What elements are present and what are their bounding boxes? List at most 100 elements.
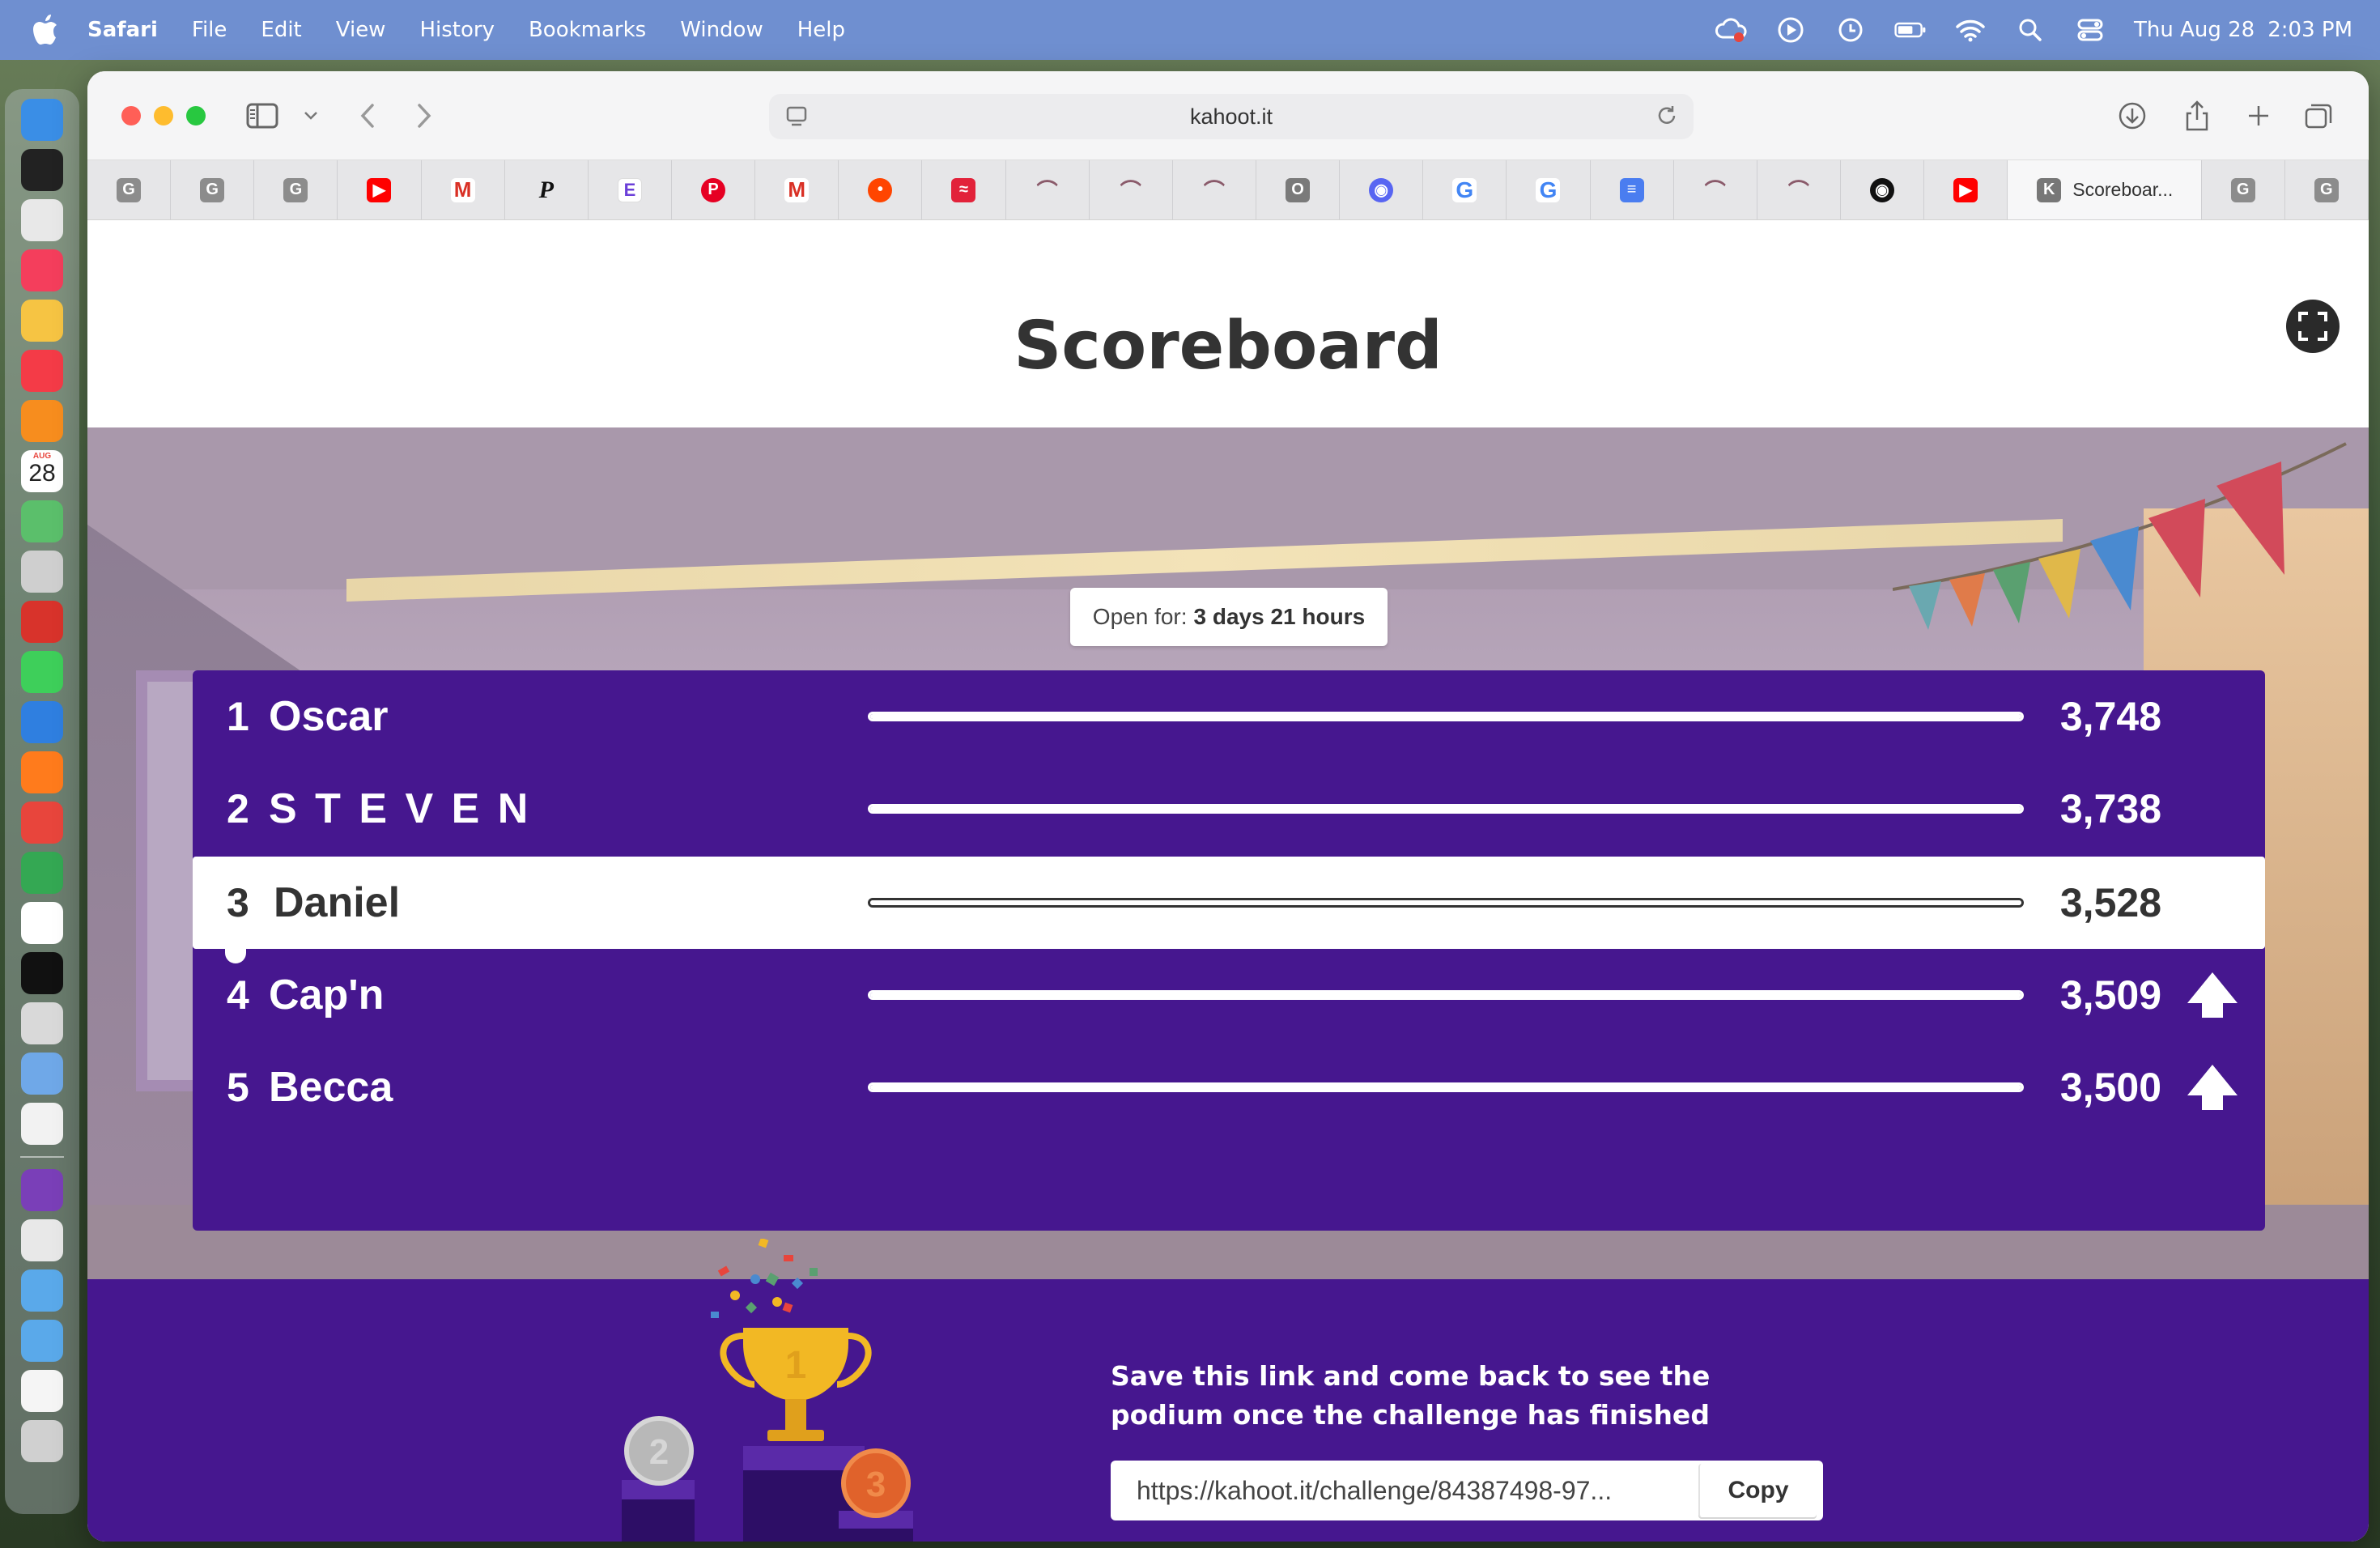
close-window-button[interactable] (121, 106, 141, 125)
browser-tab[interactable]: ⌒ (1674, 160, 1757, 219)
menu-help[interactable]: Help (797, 18, 845, 42)
zoom-window-button[interactable] (186, 106, 206, 125)
minimize-window-button[interactable] (154, 106, 173, 125)
fullscreen-button[interactable] (2286, 300, 2340, 353)
active-tab-scoreboard[interactable]: K Scoreboar... (2008, 160, 2202, 219)
downloads-icon[interactable] (2114, 97, 2150, 134)
sidebar-toggle-icon[interactable] (244, 97, 280, 134)
menu-edit[interactable]: Edit (261, 18, 301, 42)
browser-tab[interactable]: G (2202, 160, 2285, 219)
address-text[interactable]: kahoot.it (1190, 104, 1273, 130)
menu-app-name[interactable]: Safari (87, 18, 158, 42)
share-icon[interactable] (2179, 97, 2215, 134)
finder-icon[interactable] (21, 99, 63, 141)
menu-history[interactable]: History (419, 18, 495, 42)
file-icon[interactable] (21, 1370, 63, 1412)
browser-tab[interactable]: E (589, 160, 672, 219)
tab-overview-icon[interactable] (2301, 97, 2336, 134)
player-name: Cap'n (269, 972, 385, 1019)
apple-menu-icon[interactable] (24, 9, 66, 51)
address-bar[interactable]: kahoot.it (769, 94, 1694, 139)
copy-link-button[interactable]: Copy (1698, 1464, 1817, 1517)
wifi-icon[interactable] (1954, 14, 1987, 46)
new-tab-icon[interactable] (2241, 97, 2276, 134)
browser-tab[interactable]: P (505, 160, 589, 219)
freeform-icon[interactable] (21, 902, 63, 944)
player-rank: 4 (227, 972, 249, 1018)
browser-tab[interactable]: G (87, 160, 172, 219)
browser-tab[interactable]: ▶ (1924, 160, 2008, 219)
github-desktop-icon[interactable] (21, 1169, 63, 1211)
browser-tab[interactable]: ⌒ (1090, 160, 1173, 219)
clock-date[interactable]: Thu Aug 28 (2134, 18, 2255, 42)
browser-tab[interactable]: P (672, 160, 756, 219)
browser-tab[interactable]: ◉ (1841, 160, 1925, 219)
cloud-sync-icon[interactable] (1715, 14, 1747, 46)
browser-tab[interactable]: ◉ (1340, 160, 1424, 219)
reload-icon[interactable] (1655, 104, 1679, 134)
browser-tab[interactable]: O (1256, 160, 1341, 219)
firefox-icon[interactable] (21, 751, 63, 793)
downloads-folder-icon[interactable] (21, 1320, 63, 1362)
browser-tab[interactable]: G (1507, 160, 1591, 219)
browser-tab[interactable]: G (2285, 160, 2369, 219)
trash-icon[interactable] (21, 1420, 63, 1462)
help-icon[interactable] (21, 551, 63, 593)
spotlight-search-icon[interactable] (2014, 14, 2046, 46)
music-icon[interactable] (21, 249, 63, 291)
browser-tab[interactable]: ≡ (1591, 160, 1674, 219)
browser-tab[interactable]: ⌒ (1757, 160, 1841, 219)
browser-tab[interactable]: • (839, 160, 923, 219)
news-icon[interactable] (21, 350, 63, 392)
browser-tab[interactable]: ≈ (922, 160, 1006, 219)
calendar-icon[interactable]: AUG 28 (21, 450, 63, 492)
score-bar-fill (870, 1085, 2021, 1090)
safari-window: kahoot.it G G G ▶ M P E P M • ≈ ⌒ ⌒ ⌒ O ◉ G G ≡ ⌒ ⌒ ◉ ▶ K Scoreb… (87, 71, 2369, 1542)
documents-icon[interactable] (21, 1219, 63, 1261)
browser-tab[interactable]: G (171, 160, 255, 219)
player-rank: 2 (227, 786, 249, 831)
facetime-icon[interactable] (21, 651, 63, 693)
browser-tab[interactable]: ▶ (338, 160, 422, 219)
photo-booth-icon[interactable] (21, 601, 63, 643)
score-bar (868, 990, 2024, 1000)
forward-arrow-icon[interactable] (408, 97, 440, 134)
launchpad-icon[interactable] (21, 199, 63, 241)
ipad-icon[interactable] (21, 1002, 63, 1044)
menu-window[interactable]: Window (680, 18, 763, 42)
photos-icon[interactable] (21, 300, 63, 342)
applications-folder-icon[interactable] (21, 1269, 63, 1312)
books-icon[interactable] (21, 400, 63, 442)
site-settings-icon[interactable] (785, 105, 810, 134)
menu-file[interactable]: File (192, 18, 227, 42)
textedit-icon[interactable] (21, 1103, 63, 1145)
challenge-link-field[interactable]: https://kahoot.it/challenge/84387498-97.… (1111, 1461, 1698, 1520)
control-center-icon[interactable] (2074, 14, 2106, 46)
apple-tv-icon[interactable] (21, 952, 63, 994)
browser-tab[interactable]: ⌒ (1173, 160, 1256, 219)
safari-icon[interactable] (21, 701, 63, 743)
browser-tab[interactable]: M (755, 160, 839, 219)
chrome-icon[interactable] (21, 802, 63, 844)
browser-tab[interactable]: G (254, 160, 338, 219)
player-rank: 5 (227, 1065, 249, 1110)
browser-tab[interactable]: G (1423, 160, 1507, 219)
chevron-down-icon[interactable] (301, 97, 321, 134)
arc-icon: ⌒ (1036, 179, 1058, 203)
menu-bookmarks[interactable]: Bookmarks (529, 18, 646, 42)
score-bar (868, 804, 2024, 814)
mission-control-icon[interactable] (21, 149, 63, 191)
chrome-alt-icon[interactable] (21, 852, 63, 894)
browser-tab[interactable]: M (422, 160, 505, 219)
play-icon[interactable] (1774, 14, 1807, 46)
time-machine-icon[interactable] (1834, 14, 1867, 46)
kahoot-favicon: K (2037, 177, 2062, 202)
clock-time[interactable]: 2:03 PM (2267, 18, 2352, 42)
browser-tab[interactable]: ⌒ (1006, 160, 1090, 219)
maps-icon[interactable] (21, 500, 63, 542)
preview-icon[interactable] (21, 1053, 63, 1095)
battery-icon[interactable] (1894, 14, 1927, 46)
gmail-icon: M (784, 177, 810, 202)
back-arrow-icon[interactable] (351, 97, 384, 134)
menu-view[interactable]: View (336, 18, 386, 42)
